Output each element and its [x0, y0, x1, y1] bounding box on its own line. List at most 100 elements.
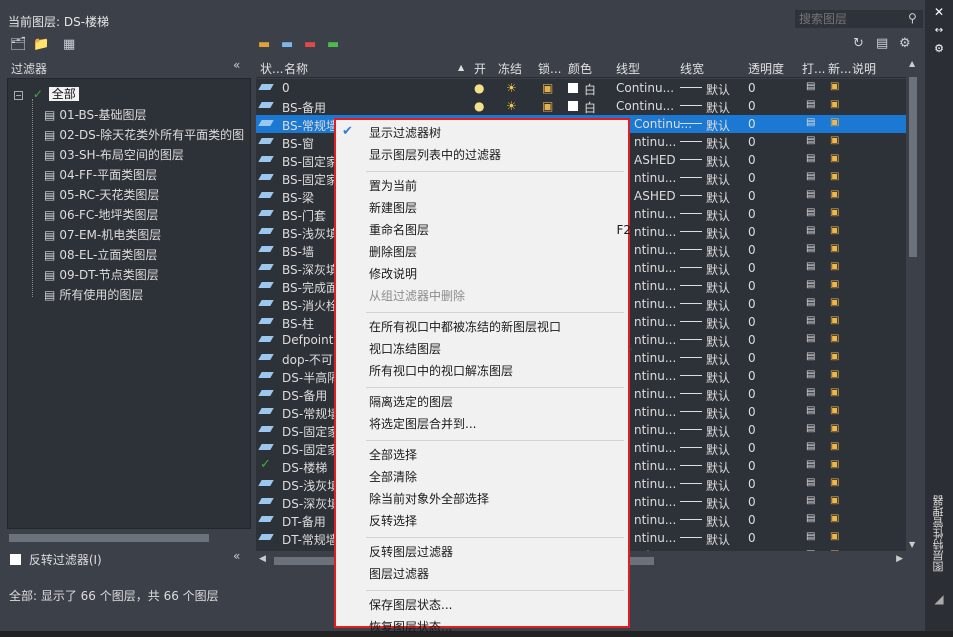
- new-vp-freeze-icon[interactable]: ▣: [830, 387, 839, 398]
- new-property-filter-icon[interactable]: 🗂: [10, 37, 27, 52]
- new-vp-freeze-icon[interactable]: ▣: [830, 423, 839, 434]
- transparency[interactable]: 0: [748, 369, 756, 383]
- lineweight[interactable]: 默认: [706, 207, 730, 224]
- column-header[interactable]: 说明: [852, 60, 876, 77]
- plot-icon[interactable]: ▤: [806, 207, 815, 218]
- transparency[interactable]: 0: [748, 333, 756, 347]
- plot-icon[interactable]: ▤: [806, 153, 815, 164]
- column-header[interactable]: 打...: [802, 60, 825, 77]
- unlock-icon[interactable]: ▣: [542, 81, 553, 95]
- lineweight[interactable]: 默认: [706, 297, 730, 314]
- plot-icon[interactable]: ▤: [806, 369, 815, 380]
- plot-icon[interactable]: ▤: [806, 549, 815, 551]
- new-vp-freeze-icon[interactable]: ▣: [830, 135, 839, 146]
- resize-grip-icon[interactable]: ◢: [932, 592, 946, 606]
- new-vp-freeze-icon[interactable]: ▣: [830, 405, 839, 416]
- new-vp-freeze-icon[interactable]: ▣: [830, 495, 839, 506]
- filter-item[interactable]: ▤ 02-DS-除天花类外所有平面类的图: [44, 126, 244, 143]
- lineweight[interactable]: 默认: [706, 81, 730, 98]
- lineweight[interactable]: 默认: [706, 243, 730, 260]
- lineweight[interactable]: 默认: [706, 513, 730, 530]
- filter-item[interactable]: ▤ 07-EM-机电类图层: [44, 226, 161, 243]
- transparency[interactable]: 0: [748, 207, 756, 221]
- linetype[interactable]: ntinu...: [634, 279, 676, 293]
- new-vp-freeze-icon[interactable]: ▣: [830, 369, 839, 380]
- linetype[interactable]: ntinu...: [634, 171, 676, 185]
- plot-icon[interactable]: ▤: [806, 279, 815, 290]
- lineweight[interactable]: 默认: [706, 441, 730, 458]
- lineweight[interactable]: 默认: [706, 405, 730, 422]
- transparency[interactable]: 0: [748, 99, 756, 113]
- new-vp-freeze-icon[interactable]: ▣: [830, 189, 839, 200]
- linetype[interactable]: ntinu...: [634, 549, 676, 551]
- transparency[interactable]: 0: [748, 261, 756, 275]
- linetype[interactable]: ntinu...: [634, 225, 676, 239]
- plot-icon[interactable]: ▤: [806, 441, 815, 452]
- delete-layer-icon[interactable]: ▬: [304, 37, 316, 52]
- transparency[interactable]: 0: [748, 297, 756, 311]
- transparency[interactable]: 0: [748, 423, 756, 437]
- transparency[interactable]: 0: [748, 531, 756, 545]
- layer-name[interactable]: BS-备用: [282, 99, 352, 116]
- plot-icon[interactable]: ▤: [806, 459, 815, 470]
- layer-name[interactable]: 0: [282, 81, 352, 95]
- lineweight[interactable]: 默认: [706, 189, 730, 206]
- linetype[interactable]: ntinu...: [634, 369, 676, 383]
- linetype[interactable]: ntinu...: [634, 531, 676, 545]
- filter-item[interactable]: ▤ 03-SH-布局空间的图层: [44, 146, 184, 163]
- transparency[interactable]: 0: [748, 441, 756, 455]
- menu-item[interactable]: 新建图层: [369, 198, 619, 218]
- plot-icon[interactable]: ▤: [806, 333, 815, 344]
- sun-icon[interactable]: ☀: [506, 81, 517, 95]
- new-vp-freeze-icon[interactable]: ▣: [830, 513, 839, 524]
- column-header[interactable]: 颜色: [568, 60, 592, 77]
- transparency[interactable]: 0: [748, 225, 756, 239]
- plot-icon[interactable]: ▤: [806, 495, 815, 506]
- menu-item[interactable]: 所有视口中的视口解冻图层: [369, 361, 619, 381]
- gear-icon[interactable]: ⚙: [899, 36, 911, 51]
- column-header[interactable]: 线宽: [680, 60, 704, 77]
- filter-item[interactable]: ▤ 01-BS-基础图层: [44, 106, 147, 123]
- new-vp-freeze-icon[interactable]: ▣: [830, 153, 839, 164]
- close-icon[interactable]: ✕: [932, 5, 946, 19]
- plot-icon[interactable]: ▤: [806, 99, 815, 110]
- menu-item[interactable]: 重命名图层 F2: [369, 220, 631, 240]
- column-header[interactable]: 锁...: [538, 60, 561, 77]
- lineweight[interactable]: 默认: [706, 423, 730, 440]
- lineweight[interactable]: 默认: [706, 351, 730, 368]
- lineweight[interactable]: 默认: [706, 99, 730, 116]
- transparency[interactable]: 0: [748, 405, 756, 419]
- search-input[interactable]: [795, 10, 923, 28]
- lineweight[interactable]: 默认: [706, 495, 730, 512]
- transparency[interactable]: 0: [748, 189, 756, 203]
- lineweight[interactable]: 默认: [706, 333, 730, 350]
- plot-icon[interactable]: ▤: [806, 387, 815, 398]
- new-vp-freeze-icon[interactable]: ▣: [830, 81, 839, 92]
- menu-item[interactable]: 全部清除: [369, 467, 619, 487]
- filter-item[interactable]: ▤ 05-RC-天花类图层: [44, 186, 159, 203]
- menu-item[interactable]: 置为当前: [369, 176, 619, 196]
- collapse-left-icon[interactable]: «: [233, 549, 240, 563]
- search-icon[interactable]: ⚲: [908, 11, 917, 25]
- table-row[interactable]: BS-备用 ● ☀ ▣ 白 Continu... 默认 0 ▤ ▣: [256, 97, 906, 115]
- linetype[interactable]: ASHED: [634, 189, 676, 203]
- linetype[interactable]: ntinu...: [634, 297, 676, 311]
- linetype[interactable]: ntinu...: [634, 495, 676, 509]
- linetype[interactable]: ntinu...: [634, 315, 676, 329]
- lineweight[interactable]: 默认: [706, 171, 730, 188]
- linetype[interactable]: Continu...: [616, 99, 674, 113]
- collapse-icon[interactable]: −: [14, 91, 23, 100]
- lightbulb-icon[interactable]: ●: [474, 81, 484, 95]
- menu-item[interactable]: 在所有视口中都被冻结的新图层视口: [369, 317, 619, 337]
- new-vp-freeze-icon[interactable]: ▣: [830, 279, 839, 290]
- menu-item[interactable]: 隔离选定的图层: [369, 392, 619, 412]
- filter-item[interactable]: ▤ 所有使用的图层: [44, 286, 143, 303]
- menu-item[interactable]: 显示过滤器树: [369, 123, 619, 143]
- linetype[interactable]: ntinu...: [634, 477, 676, 491]
- linetype[interactable]: ntinu...: [634, 243, 676, 257]
- menu-item[interactable]: 显示图层列表中的过滤器: [369, 145, 619, 165]
- lineweight[interactable]: 默认: [706, 549, 730, 551]
- plot-icon[interactable]: ▤: [806, 243, 815, 254]
- linetype[interactable]: ntinu...: [634, 135, 676, 149]
- new-vp-freeze-icon[interactable]: ▣: [830, 531, 839, 542]
